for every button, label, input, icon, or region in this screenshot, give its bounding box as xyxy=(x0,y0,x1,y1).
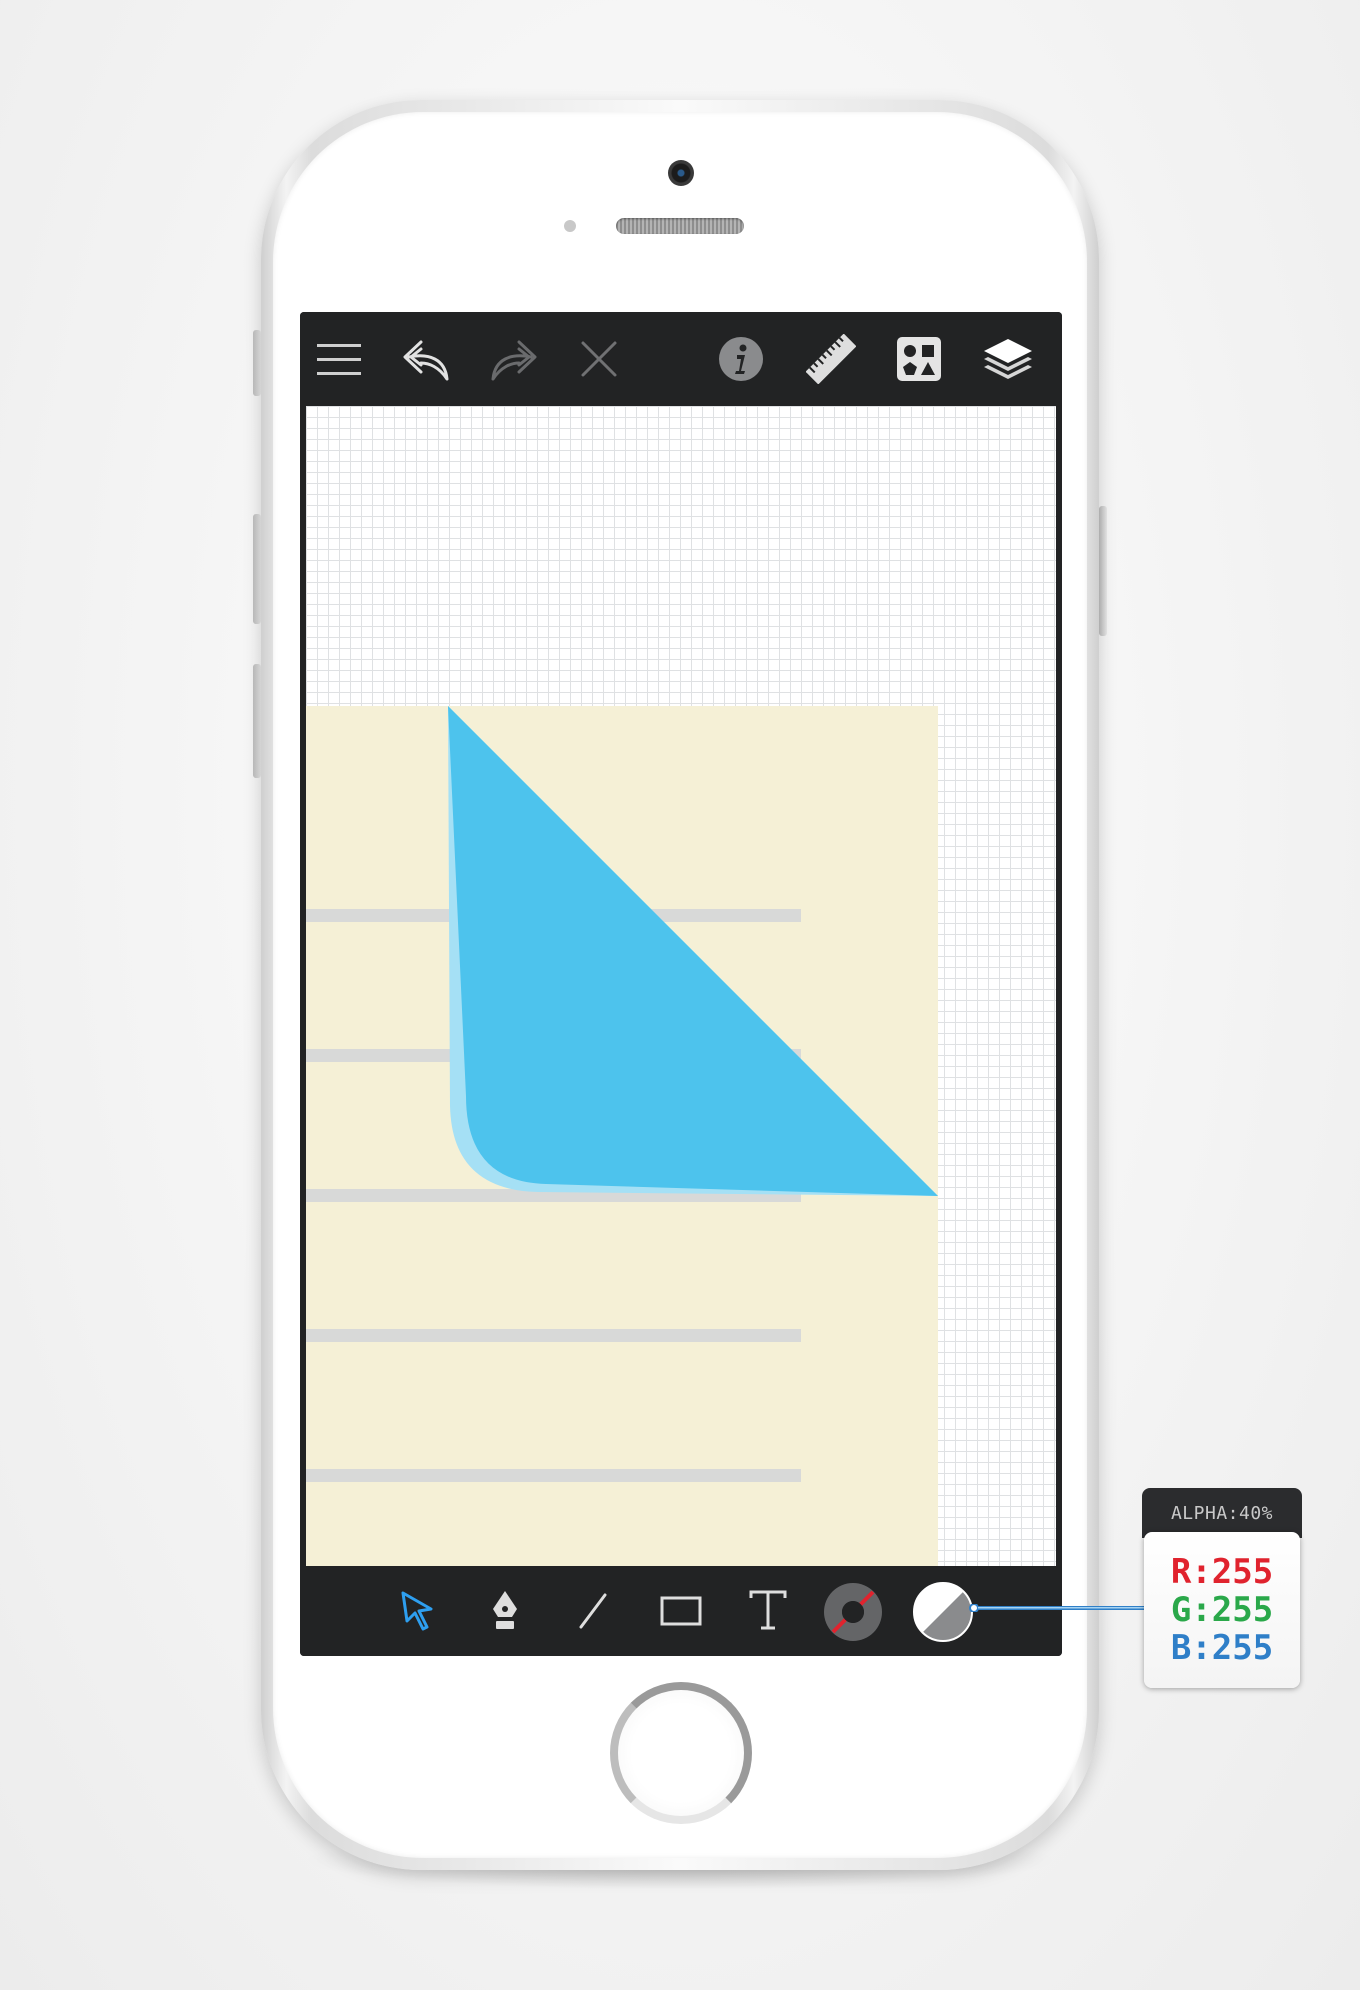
red-value-row: R: 255 xyxy=(1171,1553,1273,1591)
pointer-arrow-icon xyxy=(401,1591,433,1631)
green-value-row: G: 255 xyxy=(1171,1591,1273,1629)
info-button[interactable] xyxy=(716,334,766,384)
text-tool-icon xyxy=(749,1590,787,1630)
close-icon xyxy=(581,341,617,377)
shapes-library-icon xyxy=(897,337,941,381)
readout-connector xyxy=(969,1604,1144,1612)
top-toolbar xyxy=(300,312,1062,406)
fill-color-button[interactable] xyxy=(912,1581,974,1643)
select-tool-button[interactable] xyxy=(392,1586,442,1636)
green-label: G: xyxy=(1170,1590,1212,1630)
redo-button[interactable] xyxy=(486,332,542,388)
home-button[interactable] xyxy=(610,1682,752,1824)
volume-up-button xyxy=(253,514,261,624)
rectangle-tool-button[interactable] xyxy=(656,1586,706,1636)
line-tool-icon xyxy=(579,1593,607,1629)
drawing-canvas[interactable] xyxy=(306,406,1056,1566)
artwork xyxy=(306,706,938,1566)
menu-button[interactable] xyxy=(314,334,364,384)
red-value: 255 xyxy=(1211,1552,1274,1592)
rgb-values: R: 255 G: 255 B: 255 xyxy=(1144,1532,1300,1688)
blue-value: 255 xyxy=(1211,1628,1274,1668)
stroke-color-icon xyxy=(824,1583,882,1641)
pen-tool-button[interactable] xyxy=(480,1586,530,1636)
info-icon xyxy=(719,337,763,381)
rectangle-tool-icon xyxy=(660,1596,702,1626)
proximity-sensor xyxy=(564,220,576,232)
volume-down-button xyxy=(253,664,261,778)
power-button xyxy=(1099,506,1107,636)
paper-line xyxy=(306,1469,801,1482)
app-screen xyxy=(300,312,1062,1656)
hamburger-menu-icon xyxy=(317,344,361,375)
ruler-icon xyxy=(806,334,856,384)
fill-color-icon xyxy=(913,1582,973,1642)
redo-icon xyxy=(491,340,537,381)
blue-label: B: xyxy=(1170,1628,1212,1668)
shapes-button[interactable] xyxy=(894,334,944,384)
undo-button[interactable] xyxy=(398,332,454,388)
layers-icon xyxy=(984,339,1032,379)
color-readout-panel: ALPHA:40% R: 255 G: 255 B: 255 xyxy=(1142,1488,1302,1688)
stroke-color-button[interactable] xyxy=(822,1581,884,1643)
ruler-button[interactable] xyxy=(804,332,858,386)
bottom-toolbar xyxy=(300,1566,1062,1656)
front-camera xyxy=(668,160,694,186)
delete-button[interactable] xyxy=(574,334,624,384)
undo-icon xyxy=(403,340,449,381)
mute-switch xyxy=(253,330,261,396)
earpiece-speaker xyxy=(616,218,744,234)
alpha-label: ALPHA:40% xyxy=(1142,1488,1302,1538)
layers-button[interactable] xyxy=(980,332,1036,388)
paper-line xyxy=(306,1329,801,1342)
pen-nib-icon xyxy=(493,1591,517,1629)
blue-value-row: B: 255 xyxy=(1171,1629,1273,1667)
green-value: 255 xyxy=(1211,1590,1274,1630)
text-tool-button[interactable] xyxy=(742,1584,794,1636)
red-label: R: xyxy=(1170,1552,1212,1592)
line-tool-button[interactable] xyxy=(568,1586,618,1636)
